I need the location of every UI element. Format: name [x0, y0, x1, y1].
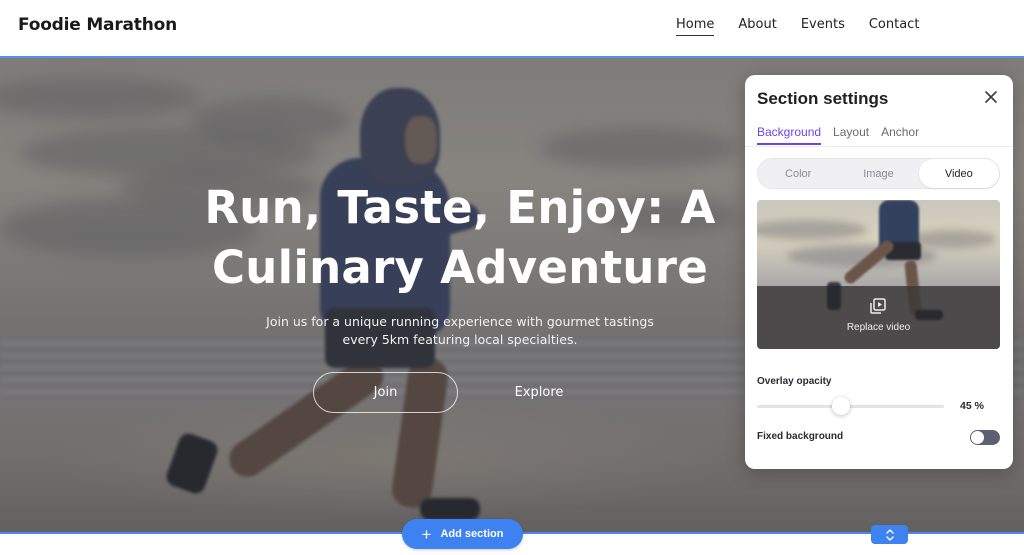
main-nav: Home About Events Contact: [676, 17, 919, 36]
toggle-knob: [971, 431, 984, 444]
tab-anchor[interactable]: Anchor: [881, 125, 919, 145]
tab-background[interactable]: Background: [757, 125, 822, 145]
hero-title-line-2: Culinary Adventure: [211, 241, 709, 294]
nav-item-contact[interactable]: Contact: [869, 17, 920, 36]
reorder-section-button[interactable]: [871, 525, 908, 544]
overlay-opacity-label: Overlay opacity: [757, 376, 832, 387]
replace-video-overlay: [757, 286, 1000, 349]
brand-logo[interactable]: Foodie Marathon: [18, 15, 177, 35]
add-section-button[interactable]: + Add section: [402, 519, 523, 549]
background-type-video[interactable]: Video: [918, 159, 999, 188]
tab-layout[interactable]: Layout: [833, 125, 869, 145]
tabs-divider: [745, 146, 1013, 147]
background-type-color[interactable]: Color: [758, 159, 838, 188]
hero-subtitle: Join us for a unique running experience …: [250, 313, 670, 349]
overlay-opacity-slider[interactable]: [757, 397, 944, 415]
hero-title-line-1: Run, Taste, Enjoy: A: [204, 181, 716, 234]
add-section-label: Add section: [440, 528, 504, 540]
background-type-image[interactable]: Image: [838, 159, 918, 188]
explore-button[interactable]: Explore: [494, 372, 584, 413]
background-type-selector: Color Image Video: [757, 158, 1000, 189]
panel-title: Section settings: [757, 89, 889, 108]
hero-title: Run, Taste, Enjoy: A Culinary Adventure: [180, 178, 740, 298]
hero-subtitle-line-2: every 5km featuring local specialties.: [342, 332, 578, 347]
nav-item-home[interactable]: Home: [676, 17, 715, 36]
fixed-background-toggle[interactable]: [970, 430, 1000, 445]
panel-tabs: Background Layout Anchor: [757, 125, 919, 145]
plus-icon: +: [421, 524, 432, 544]
site-header: Foodie Marathon Home About Events Contac…: [0, 0, 1024, 56]
join-button[interactable]: Join: [313, 372, 458, 413]
nav-item-events[interactable]: Events: [801, 17, 845, 36]
section-settings-panel: Section settings Background Layout Ancho…: [745, 75, 1013, 469]
overlay-opacity-slider-thumb[interactable]: [832, 397, 851, 415]
hero-subtitle-line-1: Join us for a unique running experience …: [266, 314, 654, 329]
nav-item-about[interactable]: About: [738, 17, 776, 36]
fixed-background-label: Fixed background: [757, 431, 844, 442]
close-icon[interactable]: [981, 87, 1001, 107]
video-library-icon: [870, 298, 886, 314]
chevron-up-down-icon: [885, 528, 894, 541]
video-preview[interactable]: Replace video: [757, 200, 1000, 349]
overlay-opacity-value: 45 %: [960, 400, 984, 412]
replace-video-button[interactable]: Replace video: [757, 322, 1000, 333]
